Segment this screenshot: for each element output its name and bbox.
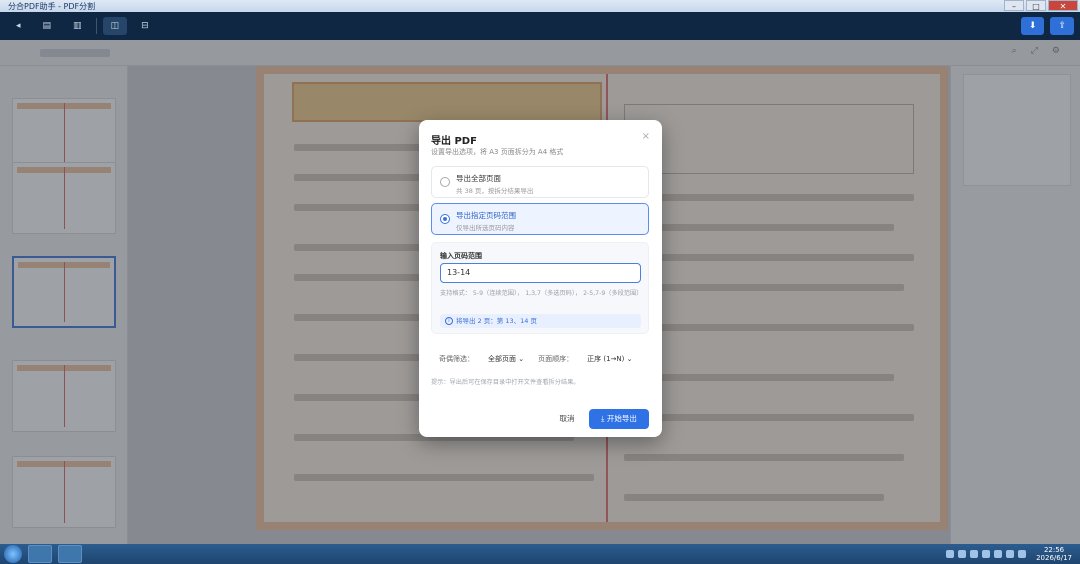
toolbar-button-3[interactable]: ▥ [65, 17, 90, 35]
dialog-close-button[interactable]: × [642, 131, 650, 142]
page-order-select[interactable]: 正序 (1→N) ⌄ [581, 352, 638, 366]
page-range-label: 输入页码范围 [440, 252, 482, 260]
start-export-button[interactable]: ⤓ 开始导出 [589, 409, 649, 429]
page-icon: ▥ [73, 21, 82, 31]
toolbar-right: ⬇ ⇪ [1020, 17, 1074, 35]
minimize-button[interactable]: – [1004, 0, 1024, 11]
clock-time: 22:56 [1043, 546, 1065, 554]
taskbar: 22:56 2026/6/17 [0, 544, 1080, 564]
toolbar-button-5[interactable]: ⊟ [133, 17, 157, 35]
dialog-title: 导出 PDF [431, 136, 477, 147]
page-range-input[interactable]: 13-14 [440, 263, 641, 283]
file-icon: ▤ [42, 21, 52, 31]
radio-checked-icon[interactable] [440, 214, 450, 224]
export-range-desc: 仅导出所选页码内容 [456, 224, 515, 232]
export-all-desc: 共 38 页，按拆分结果导出 [456, 187, 534, 195]
page-range-hint: 支持格式： 5-9（连续范围）， 1,3,7（多选页码）， 2-5,7-9（多段… [440, 290, 643, 297]
odd-even-select[interactable]: 全部页面 ⌄ [482, 352, 530, 366]
start-button[interactable] [4, 545, 22, 563]
export-note: 提示：导出后可在保存目录中打开文件查看拆分结果。 [431, 379, 580, 386]
toolbar: ◂ ▤ ▥ ◫ ⊟ [0, 12, 1080, 40]
merge-icon: ⊟ [141, 21, 149, 31]
tray-icon[interactable] [958, 550, 967, 558]
export-icon: ⇪ [1058, 21, 1066, 31]
cancel-button[interactable]: 取消 [549, 409, 585, 429]
window-title: 分合PDF助手 - PDF分割 [8, 1, 96, 11]
toolbar-divider [95, 18, 97, 34]
page-order-label: 页面顺序： [538, 355, 574, 363]
odd-even-label: 奇偶筛选： [439, 355, 474, 363]
tray-icon[interactable] [970, 550, 979, 558]
tray-icon[interactable] [994, 550, 1003, 558]
export-range-option[interactable]: 导出指定页码范围 仅导出所选页码内容 [431, 203, 649, 235]
page-order-value: 正序 (1→N) [587, 355, 625, 363]
toolbar-action-2[interactable]: ⇪ [1050, 17, 1074, 35]
back-icon: ◂ [16, 21, 21, 31]
close-window-button[interactable]: ✕ [1048, 0, 1078, 11]
taskbar-app-icon[interactable] [58, 545, 82, 563]
page-range-info-text: 将导出 2 页：第 13、14 页 [456, 317, 537, 325]
toolbar-button-split[interactable]: ◫ [102, 17, 128, 35]
maximize-button[interactable]: □ [1026, 0, 1046, 11]
odd-even-value: 全部页面 [488, 355, 516, 363]
dialog-subtitle: 设置导出选项，将 A3 页面拆分为 A4 格式 [431, 148, 564, 156]
title-bar: 分合PDF助手 - PDF分割 – □ ✕ [0, 0, 1080, 12]
chevron-down-icon: ⌄ [626, 355, 633, 363]
taskbar-folder-icon[interactable] [28, 545, 52, 563]
split-icon: ◫ [110, 21, 120, 31]
export-all-option[interactable]: 导出全部页面 共 38 页，按拆分结果导出 [431, 166, 649, 198]
radio-unchecked-icon[interactable] [440, 177, 450, 187]
page-range-info: i 将导出 2 页：第 13、14 页 [440, 314, 641, 328]
export-all-title: 导出全部页面 [456, 174, 501, 183]
toolbar-action-1[interactable]: ⬇ [1020, 17, 1045, 35]
system-tray: 22:56 2026/6/17 [946, 544, 1080, 564]
volume-icon[interactable] [1006, 550, 1015, 558]
tray-icon[interactable] [982, 550, 991, 558]
info-icon: i [445, 317, 453, 325]
save-icon: ⬇ [1028, 21, 1037, 31]
clock-date: 2026/6/17 [1036, 554, 1072, 562]
clock[interactable]: 22:56 2026/6/17 [1036, 546, 1072, 562]
page-range-section: 输入页码范围 13-14 支持格式： 5-9（连续范围）， 1,3,7（多选页码… [431, 242, 649, 334]
export-pdf-dialog: 导出 PDF 设置导出选项，将 A3 页面拆分为 A4 格式 × 导出全部页面 … [419, 120, 662, 437]
toolbar-button-2[interactable]: ▤ [35, 17, 60, 35]
network-icon[interactable] [1018, 550, 1027, 558]
download-icon: ⤓ [601, 414, 605, 423]
toolbar-button-1[interactable]: ◂ [8, 17, 29, 35]
export-range-title: 导出指定页码范围 [456, 211, 516, 220]
tray-icon[interactable] [946, 550, 955, 558]
export-settings-row: 奇偶筛选： 全部页面 ⌄ 页面顺序： 正序 (1→N) ⌄ [439, 352, 638, 366]
start-export-label: 开始导出 [606, 414, 637, 423]
chevron-down-icon: ⌄ [518, 355, 525, 363]
